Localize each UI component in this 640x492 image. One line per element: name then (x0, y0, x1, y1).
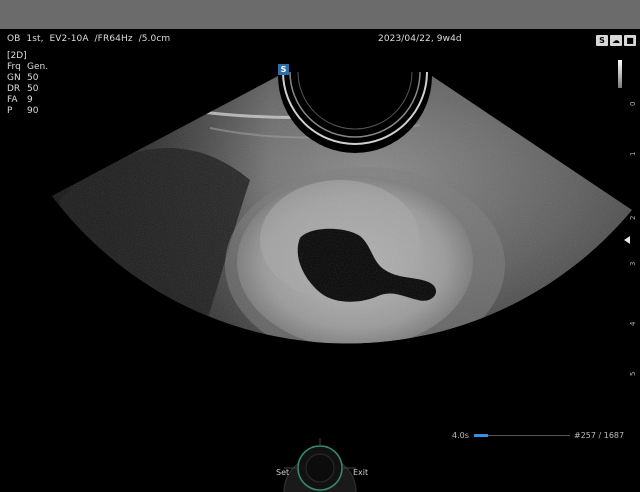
focus-marker[interactable] (624, 236, 630, 244)
depth-label: 1 (629, 151, 637, 156)
cine-track[interactable] (474, 434, 570, 437)
set-button[interactable]: Set (276, 468, 289, 477)
exit-button[interactable]: Exit (353, 468, 368, 477)
gray-scale-bar (618, 60, 622, 88)
depth-label: 2 (629, 215, 637, 220)
probe-face (282, 71, 428, 145)
cine-frame: #257 / 1687 (574, 431, 625, 440)
depth-label: 4 (629, 321, 637, 326)
cine-time: 4.0s (452, 431, 469, 440)
ultrasound-image[interactable] (0, 0, 640, 492)
scan-sector (52, 76, 632, 344)
depth-scale: 0 1 2 3 4 5 (618, 60, 640, 380)
control-wheel (283, 438, 357, 492)
probe-orientation-marker: S (278, 64, 289, 75)
depth-label: 5 (629, 371, 637, 376)
cine-progress (474, 434, 489, 437)
cine-bar[interactable]: 4.0s #257 / 1687 (452, 430, 632, 442)
depth-label: 3 (629, 261, 637, 266)
depth-label: 0 (629, 101, 637, 106)
